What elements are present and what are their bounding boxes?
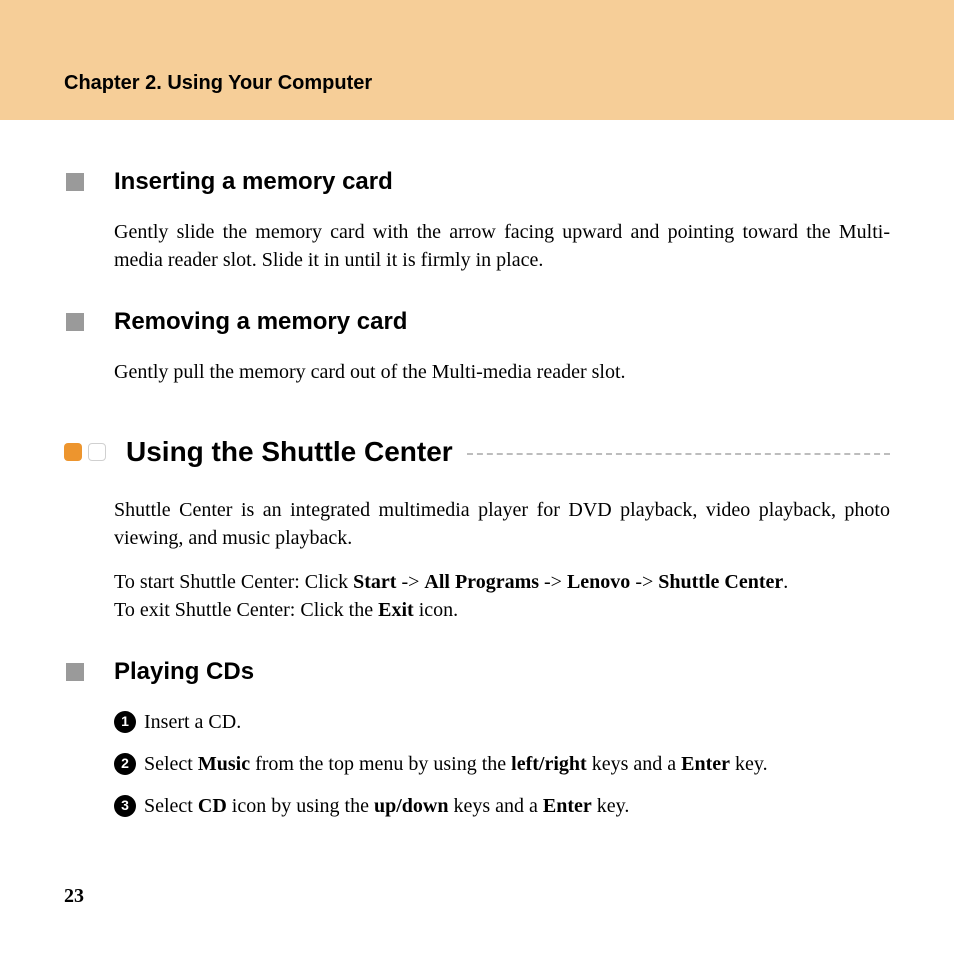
- shuttle-start-exit: To start Shuttle Center: Click Start -> …: [114, 568, 890, 624]
- bold-enter: Enter: [543, 795, 592, 817]
- text: icon.: [414, 599, 458, 621]
- section-heading-removing: Removing a memory card: [64, 308, 890, 336]
- text: .: [783, 571, 788, 593]
- text: from the top menu by using the: [250, 753, 511, 775]
- text: ->: [630, 571, 658, 593]
- main-heading-shuttle: Using the Shuttle Center: [64, 436, 890, 468]
- text: key.: [592, 795, 630, 817]
- step-text: Select CD icon by using the up/down keys…: [144, 792, 890, 820]
- bold-enter: Enter: [681, 753, 730, 775]
- bold-lenovo: Lenovo: [567, 571, 630, 593]
- chapter-header: Chapter 2. Using Your Computer: [0, 0, 954, 120]
- dashed-rule: [467, 453, 890, 455]
- text: To exit Shuttle Center: Click the: [114, 599, 378, 621]
- shuttle-intro: Shuttle Center is an integrated multimed…: [114, 496, 890, 552]
- text: Select: [144, 753, 198, 775]
- text: keys and a: [448, 795, 542, 817]
- text: key.: [730, 753, 768, 775]
- section-heading-inserting: Inserting a memory card: [64, 168, 890, 196]
- step-text: Select Music from the top menu by using …: [144, 750, 890, 778]
- bold-shuttle-center: Shuttle Center: [658, 571, 783, 593]
- bold-exit: Exit: [378, 599, 414, 621]
- white-bullet-icon: [88, 443, 106, 461]
- text: ->: [396, 571, 424, 593]
- heading-text: Removing a memory card: [114, 308, 407, 336]
- text: To start Shuttle Center: Click: [114, 571, 353, 593]
- text: keys and a: [587, 753, 681, 775]
- step-text: Insert a CD.: [144, 708, 890, 736]
- main-heading-text: Using the Shuttle Center: [126, 436, 453, 468]
- text: ->: [539, 571, 567, 593]
- step-3: 3 Select CD icon by using the up/down ke…: [114, 792, 890, 820]
- step-number-icon: 1: [114, 711, 136, 733]
- body-removing: Gently pull the memory card out of the M…: [114, 358, 890, 386]
- section-heading-playing-cds: Playing CDs: [64, 658, 890, 686]
- bold-start: Start: [353, 571, 396, 593]
- text: icon by using the: [227, 795, 374, 817]
- step-number-icon: 3: [114, 795, 136, 817]
- step-1: 1 Insert a CD.: [114, 708, 890, 736]
- step-2: 2 Select Music from the top menu by usin…: [114, 750, 890, 778]
- text: Select: [144, 795, 198, 817]
- bullet-square-icon: [66, 663, 84, 681]
- heading-text: Inserting a memory card: [114, 168, 393, 196]
- bold-music: Music: [198, 753, 250, 775]
- bold-up-down: up/down: [374, 795, 449, 817]
- bold-cd: CD: [198, 795, 227, 817]
- bullet-square-icon: [66, 173, 84, 191]
- chapter-title: Chapter 2. Using Your Computer: [64, 72, 954, 95]
- page-content: Inserting a memory card Gently slide the…: [0, 120, 954, 820]
- orange-bullet-icon: [64, 443, 82, 461]
- bold-allprograms: All Programs: [424, 571, 539, 593]
- heading-text: Playing CDs: [114, 658, 254, 686]
- body-inserting: Gently slide the memory card with the ar…: [114, 218, 890, 274]
- bold-left-right: left/right: [511, 753, 587, 775]
- step-number-icon: 2: [114, 753, 136, 775]
- bullet-square-icon: [66, 313, 84, 331]
- page-number: 23: [64, 885, 84, 908]
